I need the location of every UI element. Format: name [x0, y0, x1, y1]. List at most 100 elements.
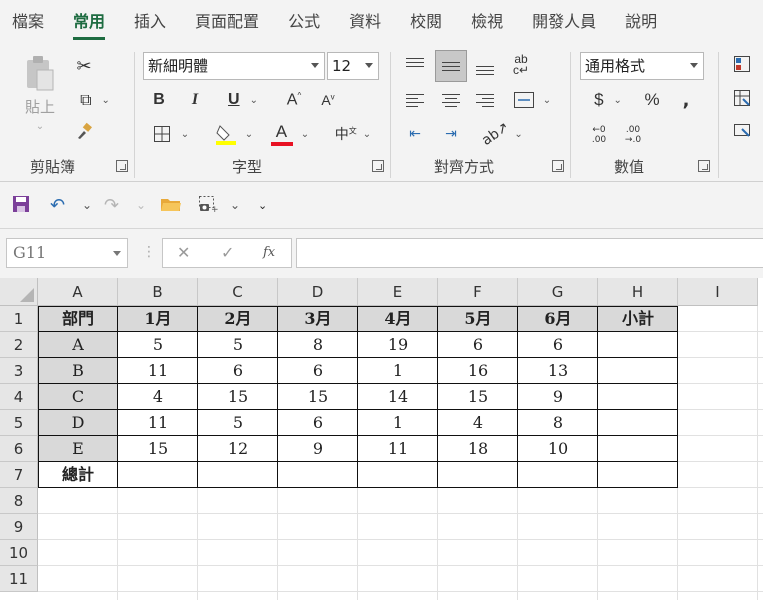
tab-help[interactable]: 說明 [625, 0, 657, 44]
worksheet-grid[interactable]: A B C D E F G H I 1 2 3 4 5 6 7 8 9 10 11 部門 1月 2月 3月 4月 5月 6月 小計 A 5… [0, 278, 763, 600]
cell-g7[interactable] [518, 462, 598, 488]
bold-button[interactable]: B [148, 88, 170, 112]
cell-styles-icon[interactable] [730, 118, 754, 142]
cell-f6[interactable]: 18 [438, 436, 518, 462]
more-options-icon[interactable]: ⋮ [142, 244, 156, 260]
cell-h4[interactable] [598, 384, 678, 410]
cell-h7[interactable] [598, 462, 678, 488]
cell-e7[interactable] [358, 462, 438, 488]
align-bottom-button[interactable] [472, 54, 498, 78]
column-header-a[interactable]: A [38, 278, 118, 306]
redo-icon[interactable]: ↷ [104, 195, 119, 216]
currency-button[interactable]: $ ⌄ [584, 88, 632, 112]
cut-button[interactable]: ✂ [70, 54, 98, 78]
cell-h2[interactable] [598, 332, 678, 358]
format-as-table-icon[interactable] [730, 86, 754, 110]
font-name-combo[interactable]: 新細明體 [143, 52, 325, 80]
cell-e1[interactable]: 4月 [358, 306, 438, 332]
column-header-h[interactable]: H [598, 278, 678, 306]
row-header-4[interactable]: 4 [0, 384, 38, 410]
tab-view[interactable]: 檢視 [471, 0, 503, 44]
row-header-11[interactable]: 11 [0, 566, 38, 592]
cell-e3[interactable]: 1 [358, 358, 438, 384]
column-header-i[interactable]: I [678, 278, 758, 306]
row-header-3[interactable]: 3 [0, 358, 38, 384]
cell-b6[interactable]: 15 [118, 436, 198, 462]
align-right-button[interactable] [472, 90, 498, 112]
decrease-font-button[interactable]: Av [316, 88, 340, 112]
row-header-8[interactable]: 8 [0, 488, 38, 514]
cell-d7[interactable] [278, 462, 358, 488]
cell-h1[interactable]: 小計 [598, 306, 678, 332]
fill-color-button[interactable]: ⌄ [210, 120, 258, 148]
align-top-button[interactable] [402, 54, 428, 78]
cell-a7[interactable]: 總計 [38, 462, 118, 488]
clipboard-launcher-icon[interactable] [116, 160, 128, 172]
cell-g4[interactable]: 9 [518, 384, 598, 410]
wrap-text-button[interactable]: ab c↵ [508, 52, 534, 78]
cell-h5[interactable] [598, 410, 678, 436]
decrease-indent-button[interactable]: ⇤ [402, 122, 428, 146]
cell-g1[interactable]: 6月 [518, 306, 598, 332]
percent-button[interactable]: % [640, 88, 664, 112]
cell-e5[interactable]: 1 [358, 410, 438, 436]
cell-b2[interactable]: 5 [118, 332, 198, 358]
insert-function-icon[interactable]: fx [263, 245, 275, 260]
underline-button[interactable]: U ⌄ [218, 88, 268, 112]
tab-developer[interactable]: 開發人員 [532, 0, 596, 44]
cell-g2[interactable]: 6 [518, 332, 598, 358]
italic-button[interactable]: I [184, 88, 206, 112]
cell-f4[interactable]: 15 [438, 384, 518, 410]
cell-d4[interactable]: 15 [278, 384, 358, 410]
font-launcher-icon[interactable] [372, 160, 384, 172]
cell-h6[interactable] [598, 436, 678, 462]
cell-g3[interactable]: 13 [518, 358, 598, 384]
number-format-combo[interactable]: 通用格式 [580, 52, 704, 80]
tab-file[interactable]: 檔案 [12, 0, 44, 44]
cell-d5[interactable]: 6 [278, 410, 358, 436]
cell-a2[interactable]: A [38, 332, 118, 358]
chevron-down-icon[interactable]: ⌄ [136, 198, 146, 212]
copy-button[interactable]: ⧉ ⌄ [70, 88, 120, 112]
cell-e2[interactable]: 19 [358, 332, 438, 358]
cell-e6[interactable]: 11 [358, 436, 438, 462]
row-header-2[interactable]: 2 [0, 332, 38, 358]
row-header-9[interactable]: 9 [0, 514, 38, 540]
cell-b3[interactable]: 11 [118, 358, 198, 384]
cell-g6[interactable]: 10 [518, 436, 598, 462]
cell-f5[interactable]: 4 [438, 410, 518, 436]
increase-font-button[interactable]: A^ [282, 88, 306, 112]
tab-data[interactable]: 資料 [349, 0, 381, 44]
tab-formulas[interactable]: 公式 [288, 0, 320, 44]
number-launcher-icon[interactable] [698, 160, 710, 172]
column-header-e[interactable]: E [358, 278, 438, 306]
row-header-5[interactable]: 5 [0, 410, 38, 436]
increase-decimal-button[interactable]: ←0.00 [584, 122, 614, 148]
cell-d2[interactable]: 8 [278, 332, 358, 358]
cell-c2[interactable]: 5 [198, 332, 278, 358]
cell-c3[interactable]: 6 [198, 358, 278, 384]
column-header-f[interactable]: F [438, 278, 518, 306]
cell-d1[interactable]: 3月 [278, 306, 358, 332]
row-header-6[interactable]: 6 [0, 436, 38, 462]
cell-c6[interactable]: 12 [198, 436, 278, 462]
cell-c4[interactable]: 15 [198, 384, 278, 410]
cell-b7[interactable] [118, 462, 198, 488]
cell-c1[interactable]: 2月 [198, 306, 278, 332]
save-icon[interactable] [12, 195, 30, 218]
cell-h3[interactable] [598, 358, 678, 384]
cancel-icon[interactable]: ✕ [177, 243, 190, 262]
alignment-launcher-icon[interactable] [552, 160, 564, 172]
cell-f3[interactable]: 16 [438, 358, 518, 384]
name-box[interactable]: G11 [6, 238, 128, 268]
column-header-d[interactable]: D [278, 278, 358, 306]
increase-indent-button[interactable]: ⇥ [438, 122, 464, 146]
screenshot-icon[interactable]: + [198, 195, 220, 218]
cell-b4[interactable]: 4 [118, 384, 198, 410]
tab-review[interactable]: 校閱 [410, 0, 442, 44]
borders-button[interactable]: ⌄ [148, 122, 194, 146]
cell-a4[interactable]: C [38, 384, 118, 410]
cell-d3[interactable]: 6 [278, 358, 358, 384]
column-header-c[interactable]: C [198, 278, 278, 306]
cell-a1[interactable]: 部門 [38, 306, 118, 332]
